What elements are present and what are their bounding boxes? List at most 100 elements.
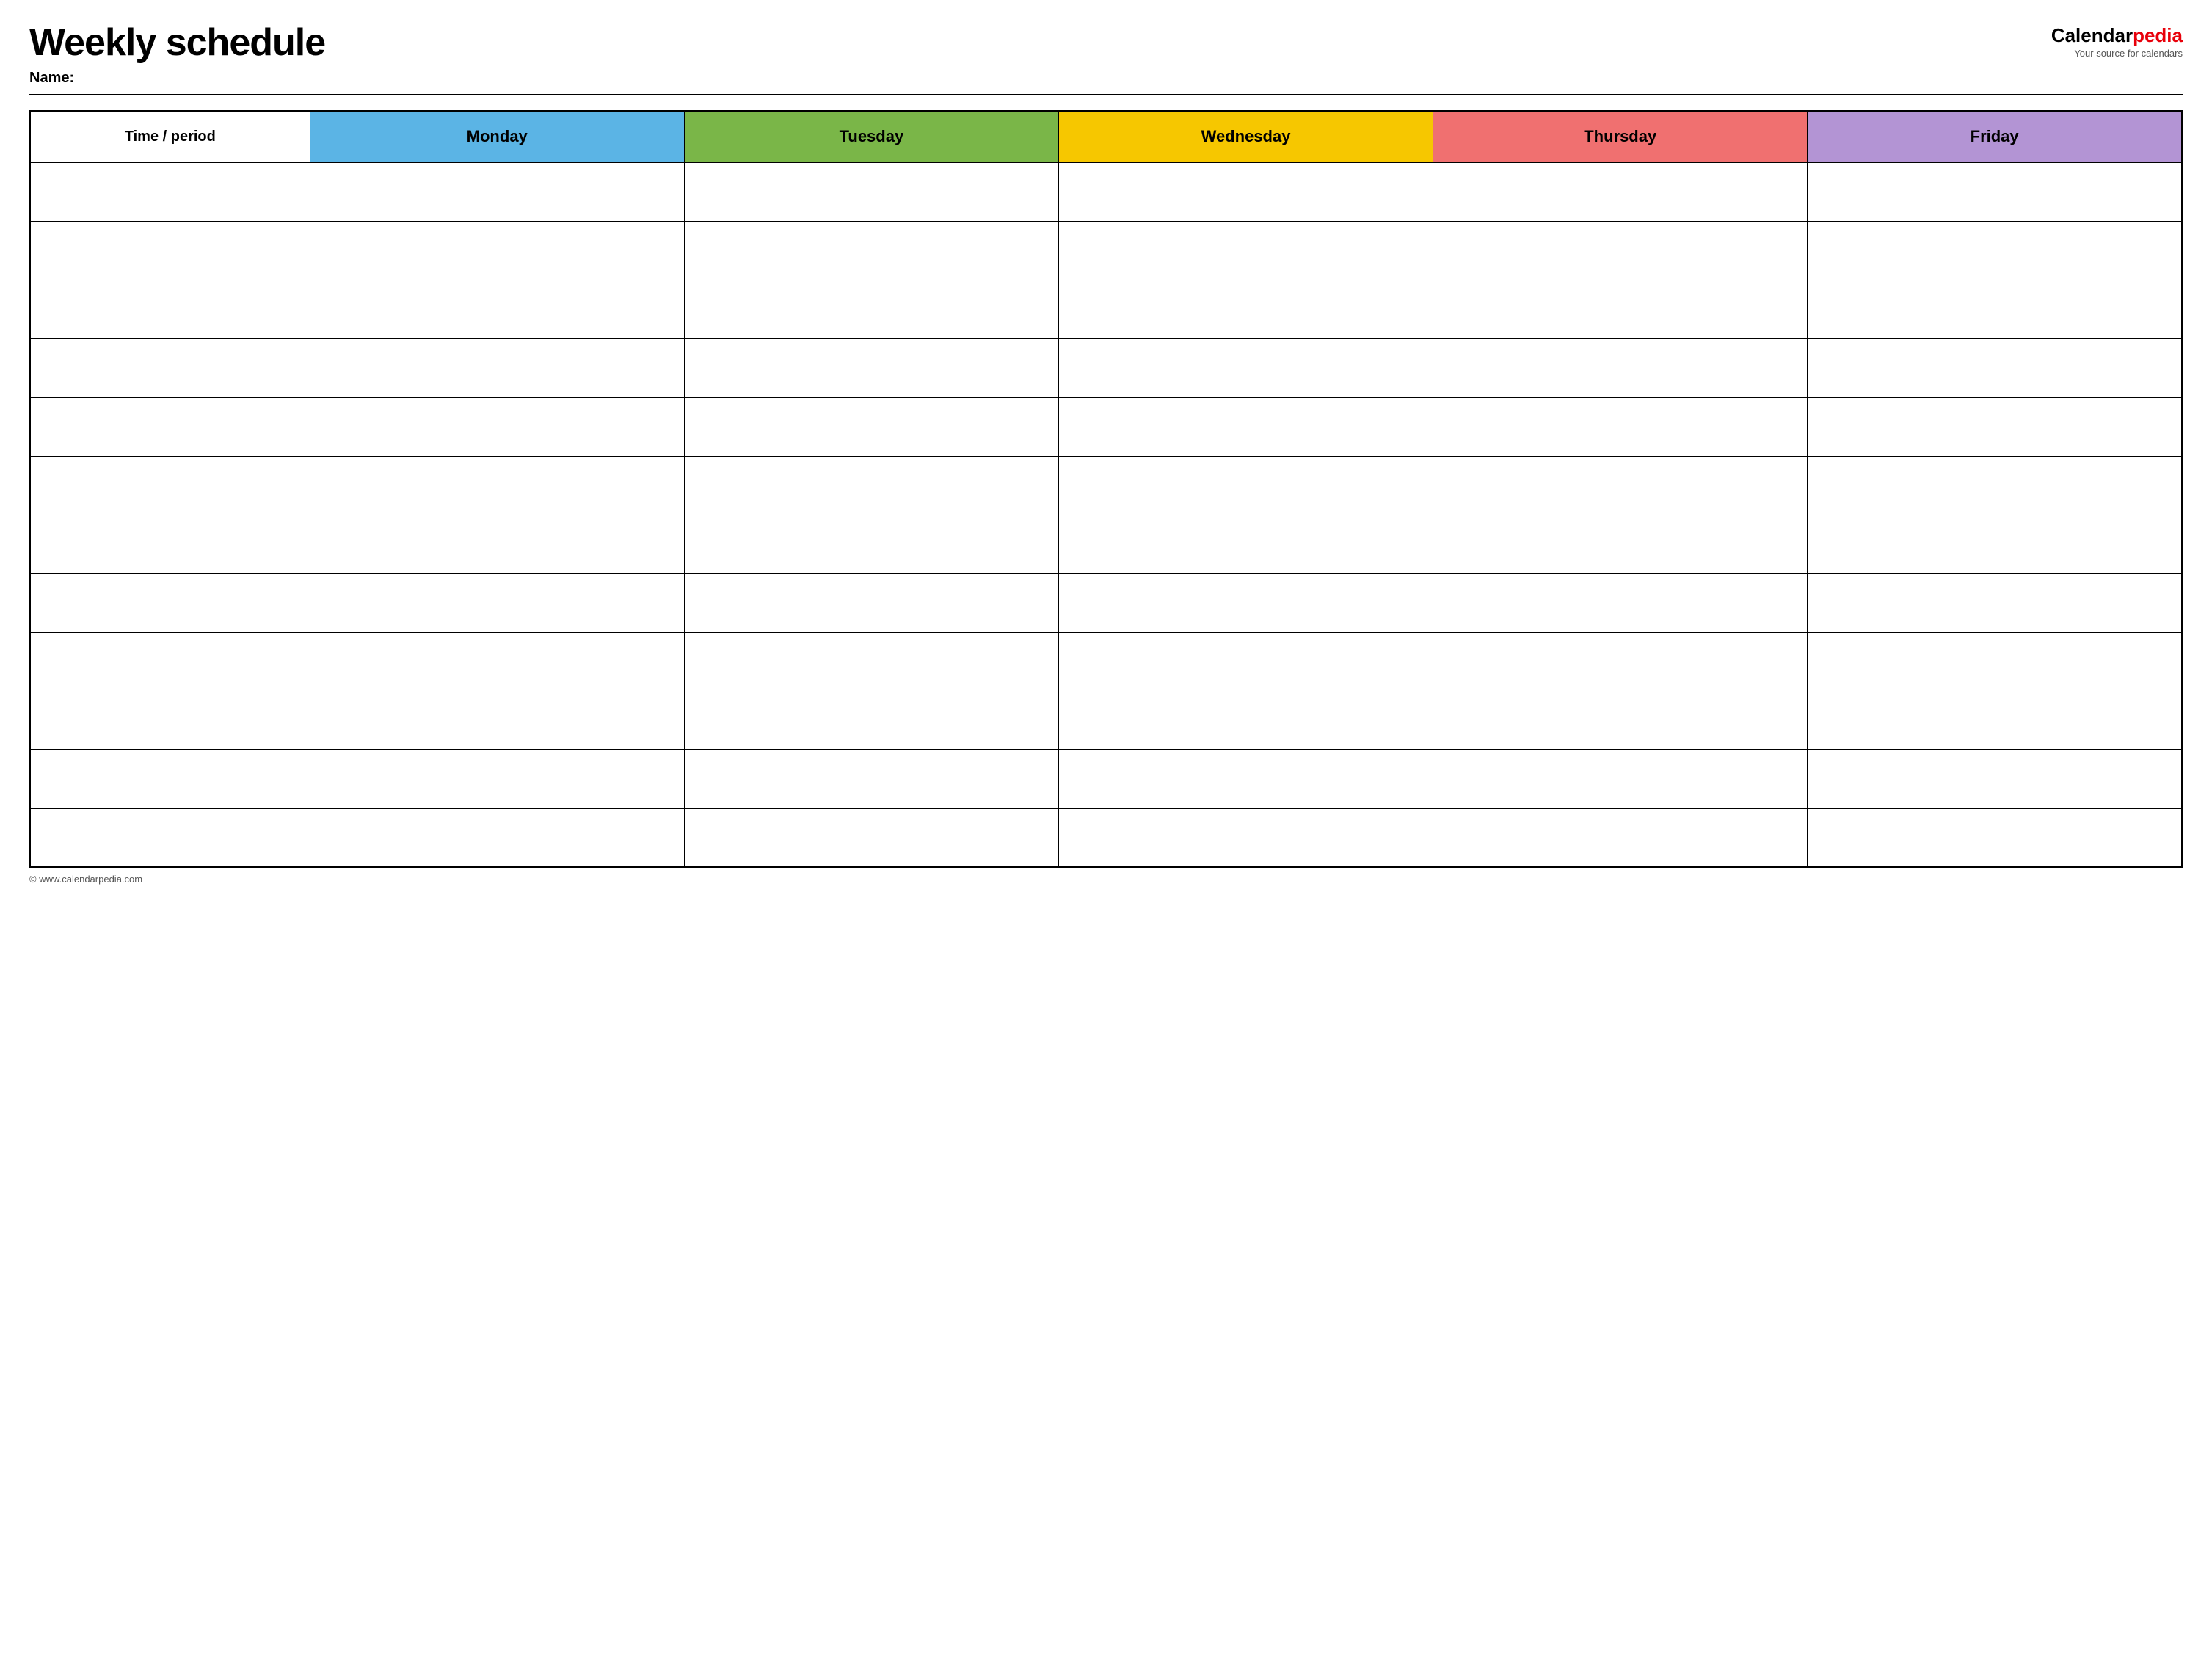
schedule-table: Time / period Monday Tuesday Wednesday T… (29, 110, 2183, 868)
schedule-cell[interactable] (1808, 691, 2182, 749)
schedule-cell[interactable] (310, 749, 684, 808)
logo-calendar-part: Calendar (2051, 24, 2133, 46)
schedule-cell[interactable] (1808, 515, 2182, 573)
col-header-wednesday: Wednesday (1058, 111, 1433, 162)
table-row (30, 397, 2182, 456)
schedule-cell[interactable] (1433, 808, 1808, 867)
schedule-cell[interactable] (310, 456, 684, 515)
table-row (30, 515, 2182, 573)
schedule-cell[interactable] (1058, 691, 1433, 749)
schedule-cell[interactable] (1433, 573, 1808, 632)
schedule-cell[interactable] (1058, 573, 1433, 632)
schedule-cell[interactable] (684, 397, 1058, 456)
schedule-cell[interactable] (684, 749, 1058, 808)
schedule-cell[interactable] (310, 515, 684, 573)
time-cell[interactable] (30, 573, 310, 632)
col-header-friday: Friday (1808, 111, 2182, 162)
schedule-cell[interactable] (1433, 691, 1808, 749)
schedule-cell[interactable] (684, 573, 1058, 632)
schedule-cell[interactable] (1058, 397, 1433, 456)
table-row (30, 280, 2182, 338)
schedule-cell[interactable] (1433, 749, 1808, 808)
time-cell[interactable] (30, 338, 310, 397)
schedule-cell[interactable] (1433, 632, 1808, 691)
time-cell[interactable] (30, 162, 310, 221)
schedule-cell[interactable] (684, 632, 1058, 691)
schedule-cell[interactable] (1433, 515, 1808, 573)
schedule-cell[interactable] (684, 338, 1058, 397)
schedule-cell[interactable] (1808, 808, 2182, 867)
schedule-cell[interactable] (1058, 280, 1433, 338)
schedule-cell[interactable] (1808, 573, 2182, 632)
schedule-cell[interactable] (1808, 456, 2182, 515)
schedule-cell[interactable] (684, 808, 1058, 867)
col-header-monday: Monday (310, 111, 684, 162)
schedule-cell[interactable] (310, 221, 684, 280)
time-cell[interactable] (30, 632, 310, 691)
schedule-cell[interactable] (1808, 338, 2182, 397)
schedule-cell[interactable] (1433, 280, 1808, 338)
schedule-cell[interactable] (310, 573, 684, 632)
schedule-cell[interactable] (1433, 338, 1808, 397)
schedule-cell[interactable] (684, 691, 1058, 749)
logo-text: Calendarpedia (2051, 25, 2183, 46)
schedule-cell[interactable] (310, 632, 684, 691)
footer: © www.calendarpedia.com (29, 874, 2183, 885)
schedule-cell[interactable] (1058, 632, 1433, 691)
schedule-cell[interactable] (1433, 162, 1808, 221)
schedule-cell[interactable] (1808, 397, 2182, 456)
table-row (30, 808, 2182, 867)
schedule-cell[interactable] (1058, 162, 1433, 221)
schedule-cell[interactable] (1433, 221, 1808, 280)
time-cell[interactable] (30, 749, 310, 808)
table-header-row: Time / period Monday Tuesday Wednesday T… (30, 111, 2182, 162)
schedule-cell[interactable] (310, 397, 684, 456)
page-title: Weekly schedule (29, 22, 325, 64)
time-cell[interactable] (30, 456, 310, 515)
schedule-cell[interactable] (1808, 280, 2182, 338)
copyright-text: © www.calendarpedia.com (29, 874, 142, 885)
table-row (30, 749, 2182, 808)
schedule-cell[interactable] (1058, 456, 1433, 515)
schedule-cell[interactable] (310, 280, 684, 338)
schedule-cell[interactable] (684, 221, 1058, 280)
schedule-cell[interactable] (1808, 749, 2182, 808)
schedule-cell[interactable] (684, 515, 1058, 573)
time-cell[interactable] (30, 515, 310, 573)
schedule-cell[interactable] (1433, 456, 1808, 515)
time-cell[interactable] (30, 280, 310, 338)
schedule-cell[interactable] (1808, 162, 2182, 221)
table-row (30, 691, 2182, 749)
schedule-cell[interactable] (1808, 632, 2182, 691)
col-header-time: Time / period (30, 111, 310, 162)
schedule-cell[interactable] (1808, 221, 2182, 280)
col-header-thursday: Thursday (1433, 111, 1808, 162)
page-header: Weekly schedule Name: Calendarpedia Your… (29, 22, 2183, 87)
schedule-cell[interactable] (1058, 338, 1433, 397)
schedule-cell[interactable] (310, 691, 684, 749)
time-cell[interactable] (30, 691, 310, 749)
schedule-cell[interactable] (310, 808, 684, 867)
col-header-tuesday: Tuesday (684, 111, 1058, 162)
schedule-cell[interactable] (1058, 808, 1433, 867)
schedule-cell[interactable] (310, 338, 684, 397)
time-cell[interactable] (30, 221, 310, 280)
table-row (30, 573, 2182, 632)
logo-section: Calendarpedia Your source for calendars (2051, 25, 2183, 59)
schedule-cell[interactable] (684, 280, 1058, 338)
table-row (30, 162, 2182, 221)
table-row (30, 456, 2182, 515)
name-label: Name: (29, 70, 325, 87)
schedule-cell[interactable] (684, 456, 1058, 515)
logo-pedia-part: pedia (2133, 24, 2183, 46)
header-divider (29, 94, 2183, 95)
schedule-cell[interactable] (310, 162, 684, 221)
time-cell[interactable] (30, 808, 310, 867)
schedule-cell[interactable] (1058, 515, 1433, 573)
schedule-cell[interactable] (1058, 221, 1433, 280)
table-row (30, 632, 2182, 691)
time-cell[interactable] (30, 397, 310, 456)
schedule-cell[interactable] (684, 162, 1058, 221)
schedule-cell[interactable] (1433, 397, 1808, 456)
schedule-cell[interactable] (1058, 749, 1433, 808)
